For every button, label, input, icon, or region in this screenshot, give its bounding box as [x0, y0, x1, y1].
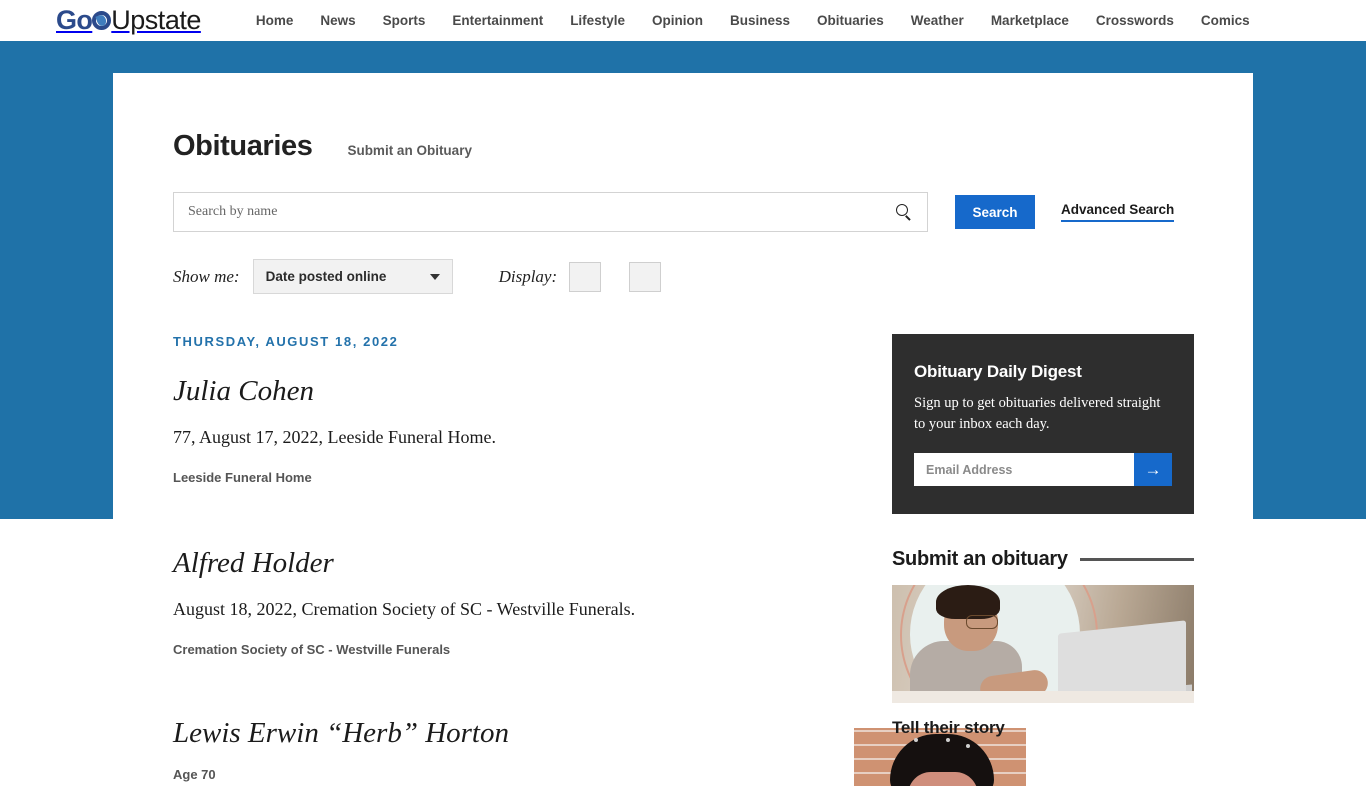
submit-obituary-heading: Submit an obituary: [892, 548, 1068, 571]
sort-select[interactable]: Date posted online: [252, 259, 453, 294]
logo-upstate-text: Upstate: [111, 4, 201, 35]
page-heading-row: Obituaries Submit an Obituary: [173, 130, 1193, 163]
logo-go-text: Go: [56, 4, 93, 35]
submit-obituary-heading-row: Submit an obituary: [892, 548, 1194, 571]
nav-item-obituaries[interactable]: Obituaries: [817, 13, 884, 28]
nav-item-lifestyle[interactable]: Lifestyle: [570, 13, 625, 28]
daily-digest-title: Obituary Daily Digest: [914, 362, 1082, 381]
nav-item-business[interactable]: Business: [730, 13, 790, 28]
chevron-down-icon: [429, 273, 440, 280]
nav-item-crosswords[interactable]: Crosswords: [1096, 13, 1174, 28]
nav-item-opinion[interactable]: Opinion: [652, 13, 703, 28]
display-mode-grid-button[interactable]: [569, 261, 602, 292]
nav-item-comics[interactable]: Comics: [1201, 13, 1250, 28]
nav-item-marketplace[interactable]: Marketplace: [991, 13, 1069, 28]
submit-obituary-promo-caption[interactable]: Tell their story: [892, 718, 1194, 738]
display-mode-list-button[interactable]: [629, 261, 662, 292]
logo-droplet-icon: [92, 10, 112, 30]
search-icon[interactable]: [896, 204, 913, 221]
obituaries-sidebar: Obituary Daily Digest Sign up to get obi…: [892, 334, 1194, 738]
show-me-label: Show me:: [173, 266, 240, 286]
obituary-age: Age 70: [173, 767, 216, 783]
display-label: Display:: [498, 266, 558, 286]
search-box[interactable]: [173, 192, 928, 232]
daily-digest-body: Sign up to get obituaries delivered stra…: [914, 395, 1161, 433]
nav-item-home[interactable]: Home: [256, 13, 294, 28]
daily-digest-signup-form: →: [914, 453, 1172, 487]
sort-select-value: Date posted online: [265, 269, 387, 284]
email-submit-arrow-icon[interactable]: →: [1134, 453, 1172, 487]
nav-item-news[interactable]: News: [320, 13, 355, 28]
daily-digest-card: Obituary Daily Digest Sign up to get obi…: [892, 334, 1194, 515]
nav-item-sports[interactable]: Sports: [383, 13, 426, 28]
submit-obituary-link[interactable]: Submit an Obituary: [347, 143, 472, 158]
nav-item-entertainment[interactable]: Entertainment: [452, 13, 543, 28]
email-input[interactable]: [914, 453, 1134, 487]
search-button[interactable]: Search: [955, 195, 1035, 229]
search-input[interactable]: [174, 193, 927, 231]
heading-rule: [1079, 558, 1194, 562]
main-navigation: Home News Sports Entertainment Lifestyle…: [256, 13, 1250, 28]
nav-item-weather[interactable]: Weather: [911, 13, 964, 28]
search-row: Search Advanced Search: [173, 192, 1193, 232]
site-logo[interactable]: Go Upstate: [56, 4, 201, 35]
page-title: Obituaries: [173, 130, 313, 162]
submit-obituary-promo-image[interactable]: [892, 585, 1194, 704]
site-header: Go Upstate Home News Sports Entertainmen…: [0, 0, 1366, 40]
filter-row: Show me: Date posted online Display:: [173, 259, 1193, 294]
advanced-search-link[interactable]: Advanced Search: [1061, 202, 1175, 222]
